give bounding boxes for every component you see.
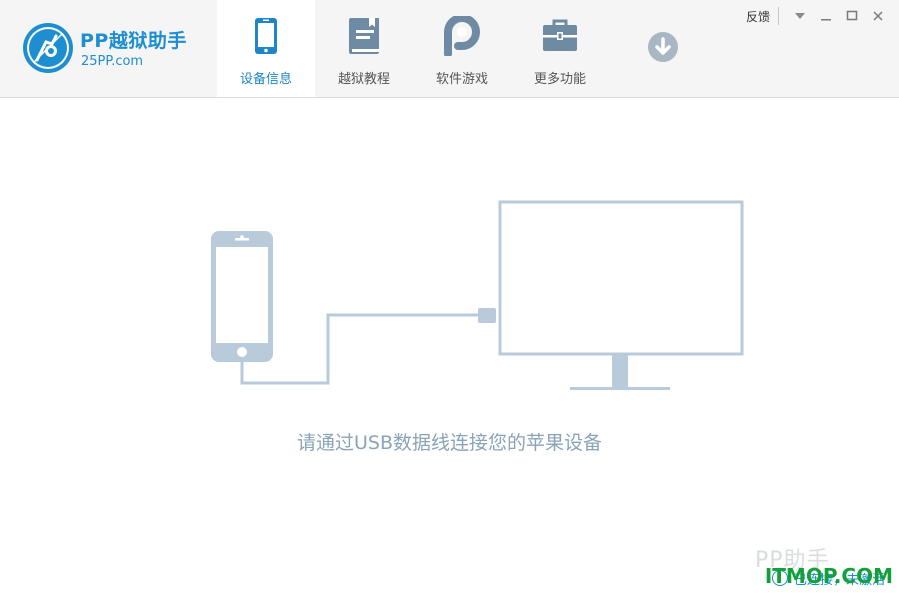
maximize-icon [846, 10, 858, 21]
connect-device-hint: 请通过USB数据线连接您的苹果设备 [296, 432, 602, 454]
tab-jailbreak-tutorial-label: 越狱教程 [337, 72, 390, 87]
menu-button[interactable] [787, 5, 813, 27]
toolbox-icon [543, 19, 577, 51]
maximize-button[interactable] [839, 5, 865, 27]
feedback-button[interactable]: 反馈 [746, 8, 770, 25]
tab-apps-games-label: 软件游戏 [435, 72, 488, 87]
book-icon [349, 18, 379, 54]
phone-icon [255, 18, 277, 54]
close-icon [873, 11, 883, 21]
window-controls-divider [778, 7, 779, 25]
dropdown-triangle-icon [795, 13, 805, 19]
app-window: PP越狱助手 25PP.com 设备信息 越狱教程 软件游戏 更多功能 反馈 请… [0, 0, 899, 600]
download-icon [648, 32, 678, 62]
tab-apps-games[interactable]: 软件游戏 [413, 0, 511, 97]
usb-cable [240, 313, 478, 385]
close-button[interactable] [865, 5, 891, 27]
pp-logo-icon [444, 16, 480, 56]
tab-device-info[interactable]: 设备信息 [217, 0, 315, 97]
tab-jailbreak-tutorial[interactable]: 越狱教程 [315, 0, 413, 97]
tab-device-info-label: 设备信息 [239, 72, 292, 87]
window-controls: 反馈 [746, 5, 891, 27]
pp-app-logo [23, 23, 73, 73]
iphone-usb-monitor-illustration [211, 200, 744, 390]
iphone-graphic [211, 231, 273, 362]
monitor-graphic [498, 200, 744, 390]
usb-plug [478, 308, 496, 323]
tab-downloads[interactable] [609, 0, 717, 97]
itmop-watermark: ITMOP.COM [764, 564, 893, 588]
brand-url: 25PP.com [81, 54, 144, 69]
brand-name: PP越狱助手 [80, 30, 187, 52]
header-bar: PP越狱助手 25PP.com 设备信息 越狱教程 软件游戏 更多功能 反馈 [0, 0, 899, 98]
minimize-button[interactable] [813, 5, 839, 27]
tab-more-features[interactable]: 更多功能 [511, 0, 609, 97]
minimize-icon [821, 19, 831, 21]
tab-more-features-label: 更多功能 [533, 72, 586, 87]
